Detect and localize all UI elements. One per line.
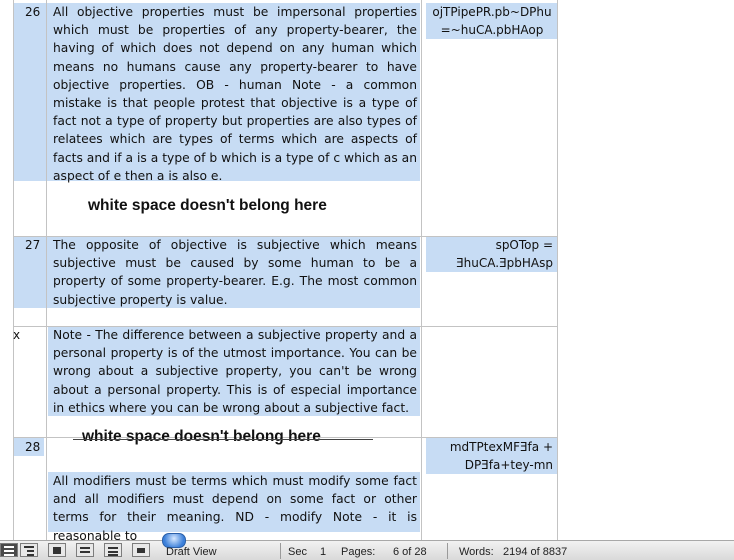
notebook-layout-view-button[interactable] <box>104 543 122 557</box>
annotation-text: white space doesn't belong here <box>88 197 327 214</box>
print-layout-view-button[interactable] <box>76 543 94 557</box>
annotation-text: white space doesn't belong here <box>82 428 321 445</box>
view-label: Draft View <box>166 546 217 558</box>
row-body-text[interactable]: The opposite of objective is subjective … <box>53 236 417 309</box>
pages-value: 6 of 28 <box>393 546 427 558</box>
full-screen-view-button[interactable] <box>132 543 150 557</box>
table-border-right <box>557 0 558 540</box>
publishing-layout-view-button[interactable] <box>48 543 66 557</box>
row-code[interactable]: mdTPtexMFƎfa + DPƎfa+tey-mn <box>428 438 553 474</box>
status-bar: Draft View Sec 1 Pages: 6 of 28 Words: 2… <box>0 533 734 560</box>
words-value: 2194 of 8837 <box>503 546 568 558</box>
row-body-text[interactable]: Note - The difference between a subjecti… <box>53 326 417 417</box>
separator <box>447 543 448 559</box>
pages-label: Pages: <box>341 546 376 558</box>
row-body-text[interactable]: All modifiers must be terms which must m… <box>53 472 417 540</box>
row-number: 27 <box>25 238 41 252</box>
code-line: spOTop = <box>495 238 553 252</box>
row-number: x <box>13 328 21 342</box>
row-number: 26 <box>25 5 41 19</box>
document-area[interactable]: 26 All objective properties must be impe… <box>0 0 734 540</box>
strikethrough-line <box>73 439 373 440</box>
code-line: DPƎfa+tey-mn <box>464 458 553 472</box>
outline-view-button[interactable] <box>20 543 38 557</box>
table-border-left <box>13 0 14 540</box>
code-line: =~huCA.pbHAop <box>440 23 544 37</box>
code-line: ojTPipePR.pb~DPhu <box>432 5 552 19</box>
row-number: 28 <box>25 440 41 454</box>
section-value: 1 <box>320 546 327 558</box>
table-divider-2 <box>421 0 422 540</box>
draft-view-button[interactable] <box>0 543 18 557</box>
row-body-text[interactable]: All objective properties must be imperso… <box>53 3 417 185</box>
row-code[interactable]: ojTPipePR.pb~DPhu =~huCA.pbHAop <box>428 3 556 39</box>
separator <box>280 543 281 559</box>
section-label: Sec <box>288 546 307 558</box>
code-line: mdTPtexMFƎfa + <box>449 440 553 454</box>
words-label: Words: <box>459 546 494 558</box>
code-line: ƎhuCA.ƎpbHAsp <box>456 256 553 270</box>
row-code[interactable]: spOTop = ƎhuCA.ƎpbHAsp <box>428 236 553 272</box>
table-divider-1 <box>46 0 47 540</box>
